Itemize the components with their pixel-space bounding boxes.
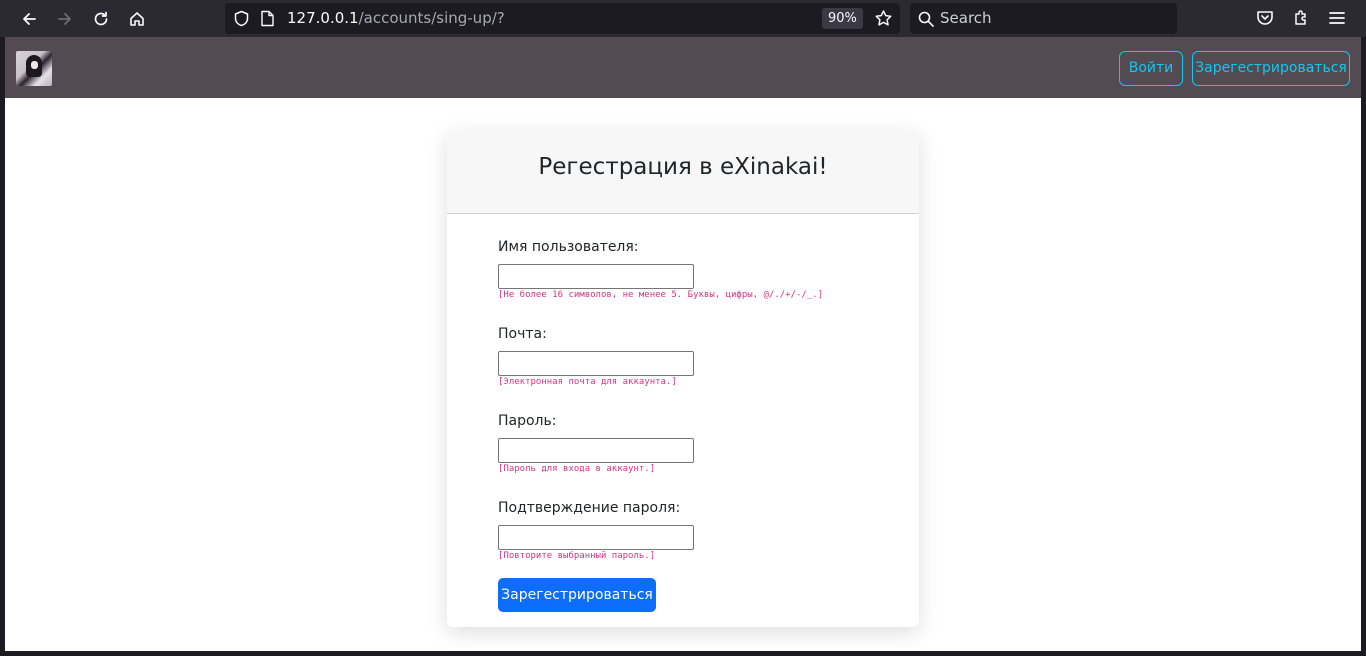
url-path: /accounts/sing-up/? [358,9,505,27]
search-icon [918,11,934,27]
shield-icon[interactable] [233,10,250,27]
password-help: [Пароль для входа в аккаунт.] [498,464,656,474]
email-input[interactable] [498,351,694,376]
password-confirm-help: [Повторите выбранный пароль.] [498,551,656,561]
username-input[interactable] [498,264,694,289]
email-label: Почта: [498,326,547,342]
search-bar[interactable]: Search [910,3,1177,34]
page-viewport: Войти Зарегестрироваться Регестрация в e… [5,37,1361,651]
pocket-icon[interactable] [1255,8,1275,28]
card-header: Регестрация в eXinakai! [447,130,919,214]
password-confirm-input[interactable] [498,525,694,550]
url-host: 127.0.0.1 [287,9,359,27]
url-bar[interactable]: 127.0.0.1/accounts/sing-up/? 90% [225,3,900,34]
password-label: Пароль: [498,413,557,429]
site-logo[interactable] [16,51,52,86]
username-label: Имя пользователя: [498,239,639,255]
zoom-level-badge[interactable]: 90% [822,8,863,29]
password-confirm-label: Подтверждение пароля: [498,500,681,516]
email-help: [Электронная почта для аккаунта.] [498,377,677,387]
search-input[interactable]: Search [940,9,992,27]
extensions-icon[interactable] [1291,8,1311,28]
home-icon[interactable] [124,6,150,32]
signup-card: Регестрация в eXinakai! Имя пользователя… [447,130,919,627]
menu-icon[interactable] [1327,8,1347,28]
page-icon [261,10,274,27]
url-text[interactable]: 127.0.0.1/accounts/sing-up/? [287,9,505,27]
password-input[interactable] [498,438,694,463]
forward-icon[interactable] [52,6,78,32]
bookmark-star-icon[interactable] [874,9,893,28]
register-submit-button[interactable]: Зарегестрироваться [498,578,656,612]
back-icon[interactable] [16,6,42,32]
login-button[interactable]: Войти [1119,51,1183,86]
page-title: Регестрация в eXinakai! [538,154,828,180]
register-nav-button[interactable]: Зарегестрироваться [1192,51,1350,86]
site-navbar: Войти Зарегестрироваться [5,37,1361,98]
reload-icon[interactable] [88,6,114,32]
browser-toolbar: 127.0.0.1/accounts/sing-up/? 90% Search [0,0,1366,37]
username-help: [Не более 16 символов, не менее 5. Буквы… [498,290,824,300]
